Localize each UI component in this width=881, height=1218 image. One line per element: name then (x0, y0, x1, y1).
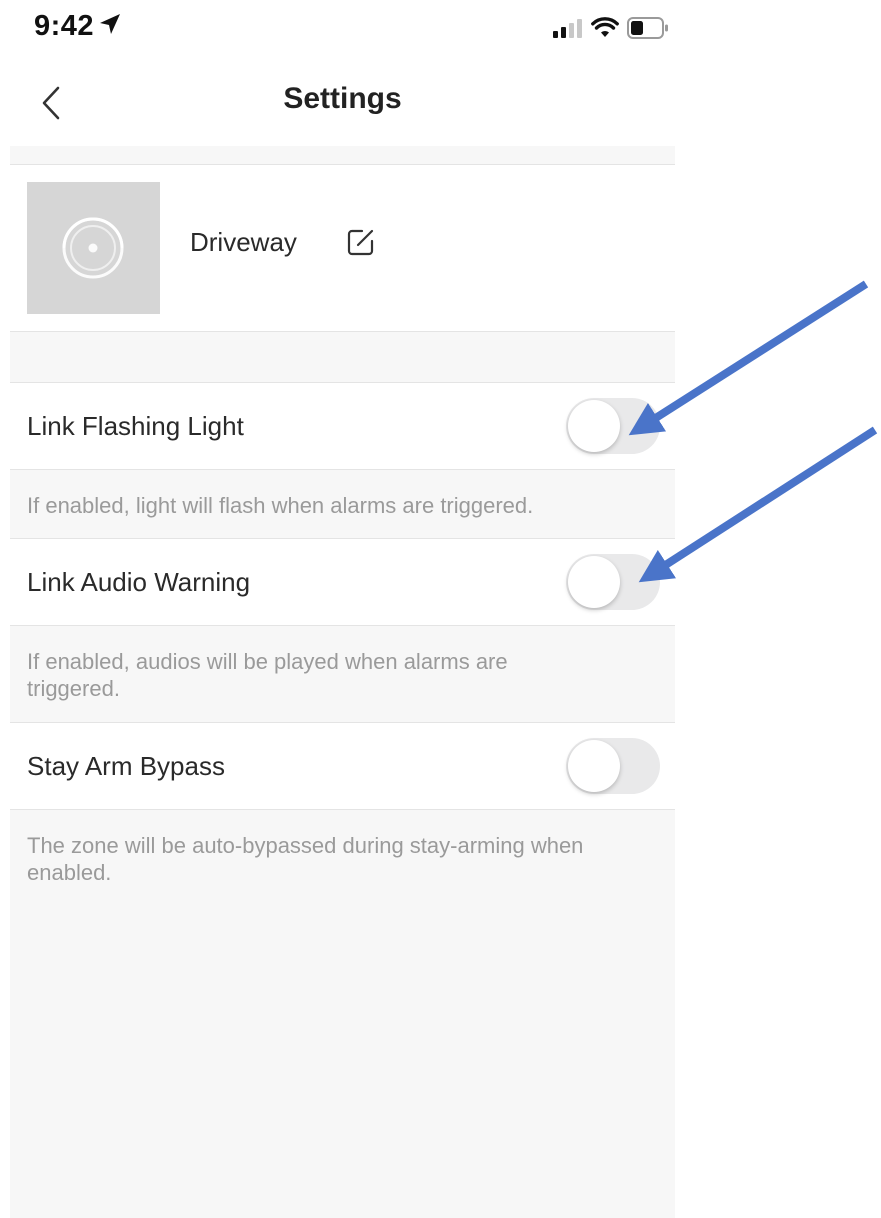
status-time-text: 9:42 (34, 10, 95, 42)
setting-description-band: If enabled, light will flash when alarms… (10, 470, 675, 539)
annotation-arrow-icon (638, 426, 878, 583)
page-title: Settings (283, 82, 402, 115)
location-arrow-icon (98, 11, 122, 44)
toggle-knob (568, 556, 620, 608)
wifi-icon (591, 16, 619, 44)
stay-arm-bypass-toggle[interactable] (566, 738, 660, 794)
page-root: 9:42 Settings Driveway Link Flashing Lig… (0, 0, 881, 1218)
setting-label: Link Audio Warning (27, 567, 251, 597)
signal-icon (553, 18, 583, 43)
setting-description-band: If enabled, audios will be played when a… (10, 626, 675, 723)
edit-icon[interactable] (346, 227, 376, 257)
setting-description: If enabled, light will flash when alarms… (27, 493, 534, 518)
phone-screen: 9:42 Settings Driveway Link Flashing Lig… (10, 0, 675, 1218)
link-audio-warning-toggle[interactable] (566, 554, 660, 610)
status-time: 9:42 (34, 10, 122, 44)
status-icons (553, 16, 669, 44)
toggle-knob (568, 400, 620, 452)
setting-label: Link Flashing Light (27, 411, 244, 441)
setting-description: If enabled, audios will be played when a… (27, 649, 508, 701)
device-row: Driveway (10, 165, 675, 332)
setting-label: Stay Arm Bypass (27, 751, 225, 781)
battery-icon (627, 16, 669, 44)
section-divider (10, 146, 675, 165)
toggle-knob (568, 740, 620, 792)
setting-description: The zone will be auto-bypassed during st… (27, 833, 584, 885)
device-thumbnail (27, 182, 160, 314)
camera-lens-icon (62, 217, 124, 279)
setting-row-link-flashing-light: Link Flashing Light (10, 383, 675, 470)
link-flashing-light-toggle[interactable] (566, 398, 660, 454)
device-name: Driveway (190, 227, 297, 257)
setting-row-stay-arm-bypass: Stay Arm Bypass (10, 723, 675, 810)
setting-row-link-audio-warning: Link Audio Warning (10, 539, 675, 626)
status-bar: 9:42 (10, 0, 675, 60)
section-divider (10, 332, 675, 383)
navigation-bar: Settings (10, 60, 675, 146)
